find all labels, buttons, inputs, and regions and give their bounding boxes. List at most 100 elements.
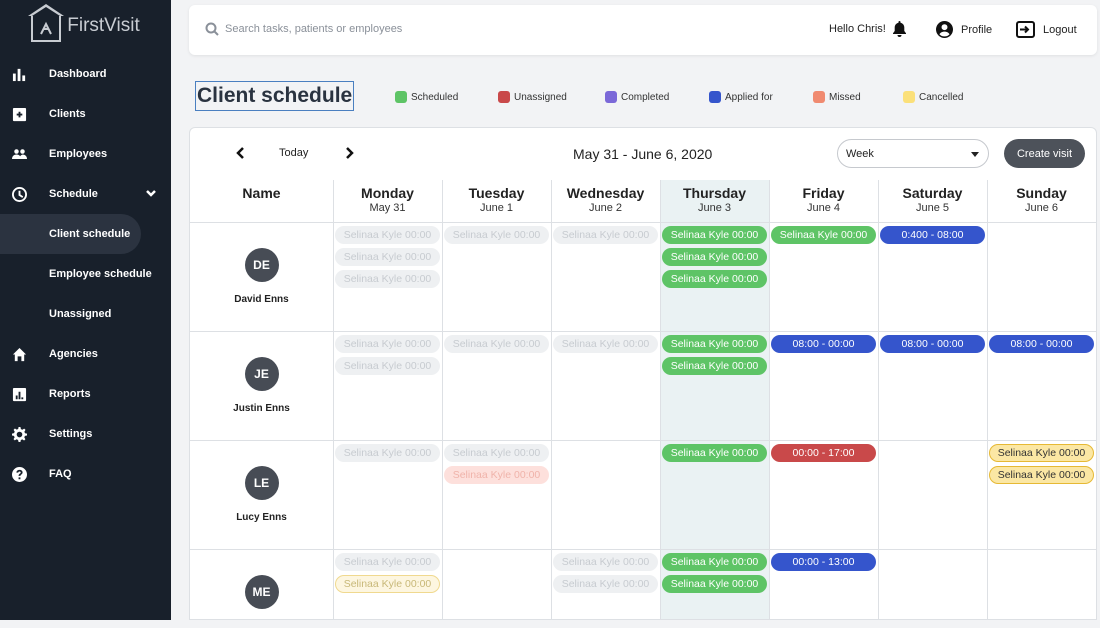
visit-pill[interactable]: Selinaa Kyle 00:00 — [335, 248, 440, 266]
visit-pill[interactable]: Selinaa Kyle 00:00 — [989, 466, 1094, 484]
sidebar-item-reports[interactable]: Reports — [0, 374, 171, 414]
day-column-header: Friday June 4 — [769, 185, 878, 216]
visit-pill[interactable]: Selinaa Kyle 00:00 — [662, 575, 767, 593]
chevron-left-icon[interactable] — [234, 146, 248, 160]
sidebar-item-label: Dashboard — [49, 68, 107, 80]
day-column-header: Sunday June 6 — [987, 185, 1096, 216]
home-icon — [10, 345, 28, 363]
grid-row-divider — [190, 222, 1096, 223]
visit-pill[interactable]: Selinaa Kyle 00:00 — [553, 553, 658, 571]
legend-label: Missed — [829, 91, 861, 103]
sidebar-item-dashboard[interactable]: Dashboard — [0, 54, 171, 94]
sidebar-item-client-schedule[interactable]: Client schedule — [0, 214, 141, 254]
plus-square-icon — [10, 105, 28, 123]
sidebar-item-unassigned[interactable]: Unassigned — [0, 294, 171, 334]
visit-pill[interactable]: Selinaa Kyle 00:00 — [989, 444, 1094, 462]
bell-icon[interactable] — [892, 21, 907, 37]
chevron-down-icon[interactable] — [145, 187, 157, 199]
client-name: Justin Enns — [233, 403, 290, 414]
visit-pill[interactable]: Selinaa Kyle 00:00 — [662, 553, 767, 571]
day-column-header: Wednesday June 2 — [551, 185, 660, 216]
visit-pill[interactable]: Selinaa Kyle 00:00 — [444, 335, 549, 353]
legend-label: Cancelled — [919, 91, 964, 103]
chevron-right-icon[interactable] — [342, 146, 356, 160]
visit-pill[interactable]: Selinaa Kyle 00:00 — [553, 226, 658, 244]
visit-pill[interactable]: 00:00 - 17:00 — [771, 444, 876, 462]
schedule-grid: Name Monday May 31 Tuesday June 1 Wednesday J… — [190, 180, 1096, 619]
logout-button[interactable]: Logout — [1016, 21, 1077, 38]
visit-pill[interactable]: Selinaa Kyle 00:00 — [335, 335, 440, 353]
legend-completed: Completed — [605, 91, 669, 103]
sidebar-item-label: Employee schedule — [49, 268, 152, 280]
search-icon — [205, 22, 219, 36]
grid-column-divider — [769, 180, 770, 619]
client-name: Lucy Enns — [236, 512, 287, 523]
visit-pill[interactable]: Selinaa Kyle 00:00 — [335, 444, 440, 462]
day-name: Saturday — [902, 185, 963, 201]
visit-pill[interactable]: Selinaa Kyle 00:00 — [444, 226, 549, 244]
visit-pill[interactable]: Selinaa Kyle 00:00 — [335, 575, 440, 593]
visit-pill[interactable]: 00:00 - 13:00 — [771, 553, 876, 571]
legend-swatch — [605, 91, 617, 103]
top-bar: Hello Chris! Profile Logout — [189, 5, 1097, 55]
sidebar-item-label: Schedule — [49, 188, 98, 200]
sidebar-nav: Dashboard Clients Employees Schedule Cli… — [0, 54, 171, 494]
sidebar-item-employee-schedule[interactable]: Employee schedule — [0, 254, 171, 294]
sidebar-item-faq[interactable]: FAQ — [0, 454, 171, 494]
day-date: June 5 — [915, 202, 950, 214]
sidebar-item-schedule[interactable]: Schedule — [0, 174, 171, 214]
visit-pill[interactable]: Selinaa Kyle 00:00 — [335, 270, 440, 288]
visit-pill[interactable]: Selinaa Kyle 00:00 — [662, 335, 767, 353]
legend-missed: Missed — [813, 91, 861, 103]
legend-label: Unassigned — [514, 91, 567, 103]
visit-pill[interactable]: Selinaa Kyle 00:00 — [553, 335, 658, 353]
visit-pill[interactable]: Selinaa Kyle 00:00 — [553, 575, 658, 593]
day-column-header: Thursday June 3 — [660, 185, 769, 216]
client-cell[interactable]: DE David Enns — [190, 248, 333, 305]
house-logo-icon — [28, 4, 65, 42]
sidebar-item-label: Employees — [49, 148, 108, 160]
visit-pill[interactable]: Selinaa Kyle 00:00 — [662, 270, 767, 288]
gear-icon — [10, 425, 28, 443]
search-input[interactable] — [225, 18, 525, 40]
client-cell[interactable]: LE Lucy Enns — [190, 466, 333, 523]
visit-pill[interactable]: Selinaa Kyle 00:00 — [771, 226, 876, 244]
avatar: DE — [244, 248, 279, 282]
visit-pill[interactable]: Selinaa Kyle 00:00 — [662, 357, 767, 375]
grid-column-divider — [333, 180, 334, 619]
avatar: ME — [244, 575, 279, 609]
clock-icon — [10, 185, 28, 203]
legend-swatch — [903, 91, 915, 103]
day-date: June 6 — [1024, 202, 1059, 214]
today-button[interactable]: Today — [279, 147, 308, 159]
visit-pill[interactable]: Selinaa Kyle 00:00 — [335, 553, 440, 571]
view-select-value: Week — [846, 147, 874, 160]
sidebar-item-label: FAQ — [49, 468, 72, 480]
visit-pill[interactable]: Selinaa Kyle 00:00 — [444, 466, 549, 484]
schedule-controls: Today May 31 - June 6, 2020 Week Create … — [190, 128, 1096, 180]
create-visit-button[interactable]: Create visit — [1004, 139, 1085, 168]
sidebar-item-settings[interactable]: Settings — [0, 414, 171, 454]
people-icon — [10, 145, 28, 163]
brand[interactable]: FirstVisit — [0, 0, 171, 52]
visit-pill[interactable]: 08:00 - 00:00 — [989, 335, 1094, 353]
visit-pill[interactable]: Selinaa Kyle 00:00 — [335, 226, 440, 244]
visit-pill[interactable]: Selinaa Kyle 00:00 — [662, 226, 767, 244]
visit-pill[interactable]: 08:00 - 00:00 — [880, 335, 985, 353]
client-cell[interactable]: ME — [190, 575, 333, 619]
visit-pill[interactable]: Selinaa Kyle 00:00 — [662, 248, 767, 266]
day-name: Monday — [361, 185, 414, 201]
visit-pill[interactable]: 08:00 - 00:00 — [771, 335, 876, 353]
sidebar-item-clients[interactable]: Clients — [0, 94, 171, 134]
visit-pill[interactable]: Selinaa Kyle 00:00 — [335, 357, 440, 375]
sidebar-item-employees[interactable]: Employees — [0, 134, 171, 174]
client-cell[interactable]: JE Justin Enns — [190, 357, 333, 414]
date-range: May 31 - June 6, 2020 — [573, 146, 713, 162]
visit-pill[interactable]: Selinaa Kyle 00:00 — [662, 444, 767, 462]
visit-pill[interactable]: 0:400 - 08:00 — [880, 226, 985, 244]
profile-button[interactable]: Profile — [936, 21, 992, 38]
visit-pill[interactable]: Selinaa Kyle 00:00 — [444, 444, 549, 462]
view-select[interactable]: Week — [837, 139, 989, 168]
sidebar-item-label: Agencies — [49, 348, 98, 360]
sidebar-item-agencies[interactable]: Agencies — [0, 334, 171, 374]
